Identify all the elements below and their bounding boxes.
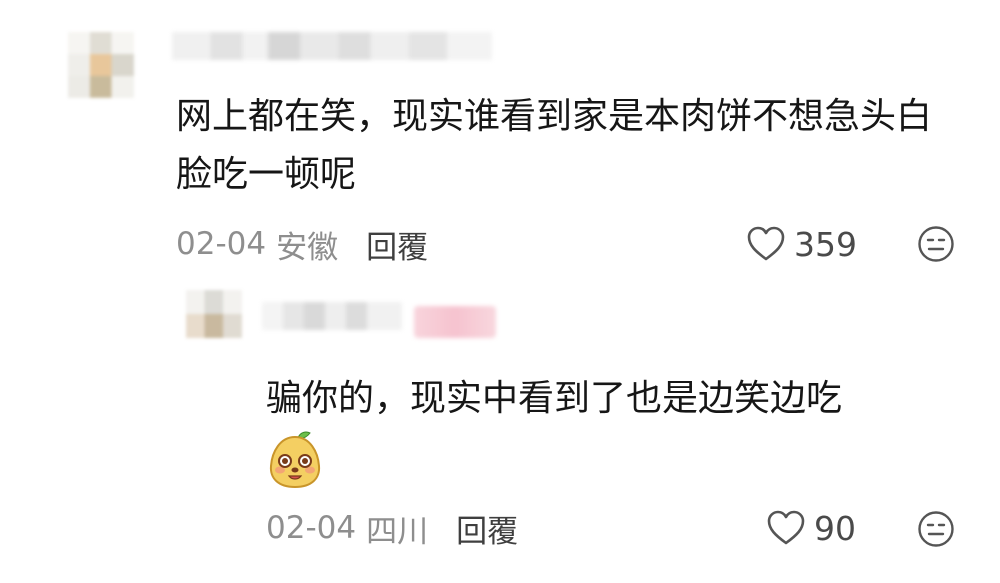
heart-outline-icon bbox=[767, 510, 805, 545]
comment-date: 02-04 bbox=[266, 510, 357, 546]
username-blurred[interactable] bbox=[172, 32, 492, 60]
username-blurred[interactable] bbox=[262, 302, 402, 330]
meh-face-icon[interactable] bbox=[917, 510, 955, 548]
reply-button[interactable]: 回覆 bbox=[456, 506, 518, 551]
like-count: 359 bbox=[794, 224, 857, 264]
comment-meta: 02-04 安徽 回覆 bbox=[176, 222, 428, 266]
meh-face-icon[interactable] bbox=[917, 225, 955, 263]
avatar[interactable] bbox=[186, 290, 242, 338]
comment-text: 网上都在笑，现实谁看到家是本肉饼不想急头白脸吃一顿呢 bbox=[176, 96, 933, 195]
comment-text: 骗你的，现实中看到了也是边笑边吃 bbox=[266, 378, 843, 419]
heart-outline-icon bbox=[747, 226, 785, 261]
comment-location: 四川 bbox=[366, 513, 429, 550]
mascot-sticker-icon bbox=[269, 431, 321, 489]
like-button[interactable]: 90 bbox=[766, 506, 856, 550]
like-button[interactable]: 359 bbox=[746, 222, 857, 266]
comment-date: 02-04 bbox=[176, 226, 267, 262]
avatar[interactable] bbox=[68, 32, 134, 98]
like-count: 90 bbox=[814, 508, 856, 548]
comment-location: 安徽 bbox=[276, 229, 339, 266]
user-tag-blurred bbox=[414, 306, 496, 338]
reply-button[interactable]: 回覆 bbox=[366, 222, 428, 267]
comment-meta: 02-04 四川 回覆 bbox=[266, 506, 518, 550]
